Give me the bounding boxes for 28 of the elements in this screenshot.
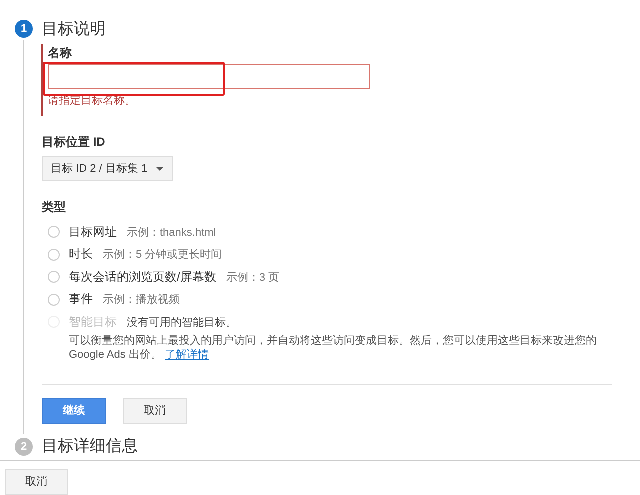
option-example: 没有可用的智能目标。 — [127, 316, 237, 330]
caret-icon — [156, 166, 164, 170]
cancel-button[interactable]: 取消 — [5, 468, 68, 494]
radio-button[interactable] — [48, 271, 60, 284]
learn-more-link[interactable]: 了解详情 — [165, 348, 209, 360]
cancel-button[interactable]: 取消 — [123, 398, 187, 424]
goal-slot-dropdown[interactable]: 目标 ID 2 / 目标集 1 — [42, 156, 173, 181]
smart-goal-description: 可以衡量您的网站上最投入的用户访问，并自动将这些访问变成目标。然后，您可以使用这些目标来改进您的 Google Ads 出价。 了解详情 — [69, 334, 598, 362]
field-label: 目标位置 ID — [42, 134, 106, 150]
option-label: 时长 — [69, 246, 93, 264]
radio-button[interactable] — [48, 226, 60, 238]
option-example: 示例：3 页 — [226, 270, 280, 285]
option-example: 示例：5 分钟或更长时间 — [103, 248, 222, 262]
step-number-badge: 1 — [15, 20, 33, 38]
field-label: 类型 — [42, 199, 67, 215]
option-example: 示例：thanks.html — [127, 226, 216, 240]
option-label: 每次会话的浏览页数/屏幕数 — [69, 268, 216, 286]
name-input-field[interactable] — [48, 64, 370, 89]
field-label: 名称 — [48, 45, 72, 61]
step-title: 目标说明 — [42, 20, 106, 40]
option-label: 事件 — [69, 291, 93, 308]
option-label: 智能目标 — [69, 314, 117, 331]
step-title: 目标详细信息 — [42, 436, 138, 457]
radio-button[interactable] — [48, 294, 60, 306]
radio-button[interactable] — [48, 248, 60, 261]
option-example: 示例：播放视频 — [103, 293, 180, 308]
option-label: 目标网址 — [69, 224, 117, 241]
step-number-badge: 2 — [15, 438, 33, 456]
